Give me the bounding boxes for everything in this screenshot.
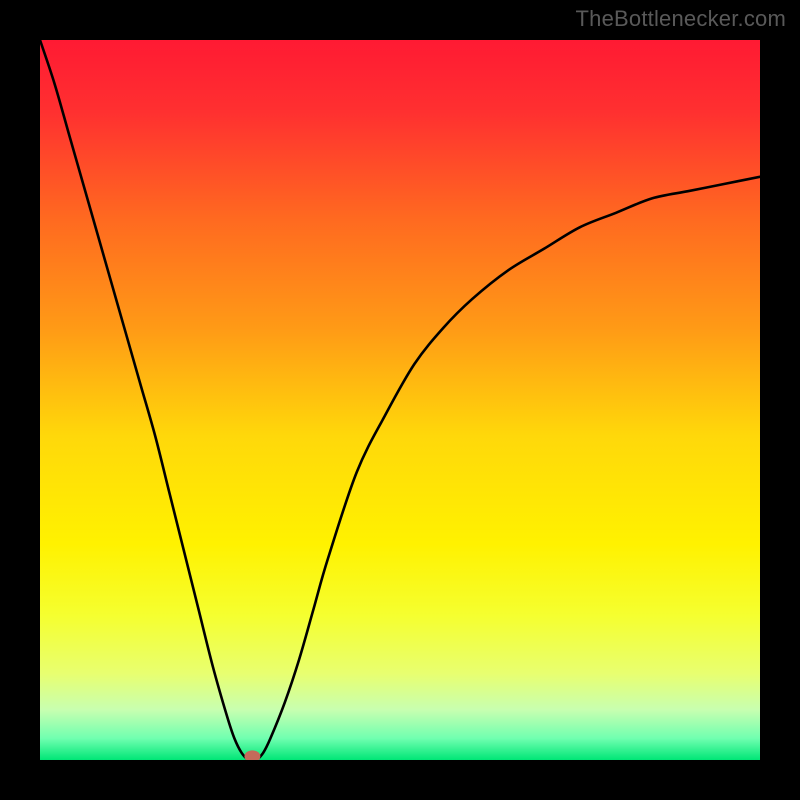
gradient-background xyxy=(40,40,760,760)
watermark-text: TheBottlenecker.com xyxy=(576,6,786,32)
bottleneck-chart xyxy=(40,40,760,760)
plot-area xyxy=(40,40,760,760)
chart-frame: TheBottlenecker.com xyxy=(0,0,800,800)
